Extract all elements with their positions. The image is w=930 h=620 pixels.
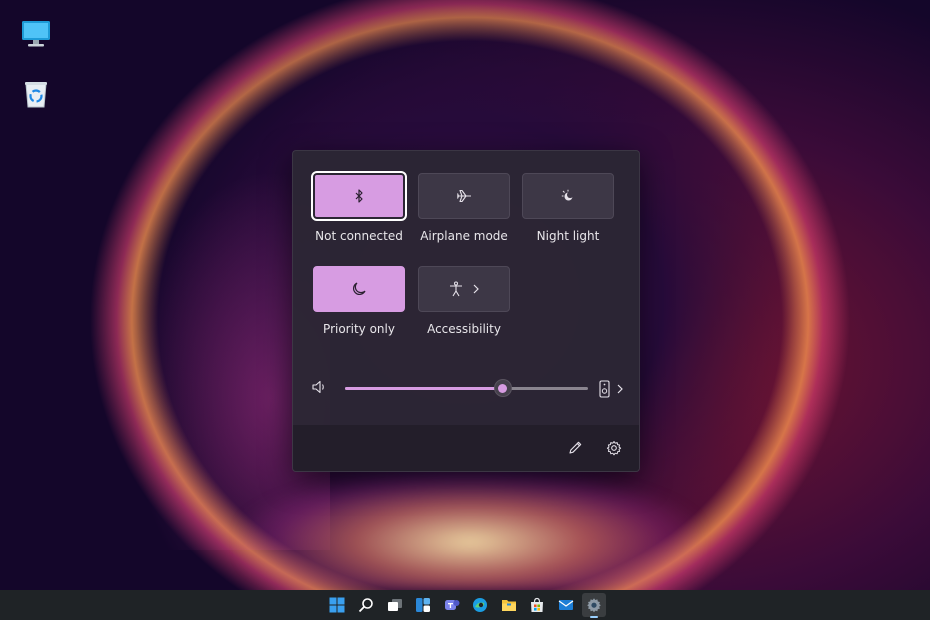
night-light-toggle[interactable] — [522, 173, 614, 219]
night-light-icon — [561, 189, 574, 201]
chevron-right-icon — [473, 284, 479, 294]
volume-slider-fill — [345, 387, 503, 390]
bluetooth-label: Not connected — [315, 229, 403, 243]
task-view-icon[interactable] — [383, 593, 407, 617]
bluetooth-toggle[interactable] — [311, 171, 407, 221]
quick-settings-footer — [293, 425, 639, 471]
night-light-label: Night light — [536, 229, 600, 243]
search-icon[interactable] — [354, 593, 378, 617]
airplane-mode-label: Airplane mode — [420, 229, 508, 243]
moon-icon — [353, 282, 366, 295]
pencil-icon[interactable] — [565, 438, 585, 458]
wallpaper-glow-bottom — [240, 470, 700, 590]
taskbar — [0, 590, 930, 620]
gear-icon[interactable] — [604, 438, 624, 458]
widgets-icon[interactable] — [411, 593, 435, 617]
volume-slider[interactable] — [345, 379, 588, 397]
airplane-mode-toggle[interactable] — [418, 173, 510, 219]
store-icon[interactable] — [525, 593, 549, 617]
speaker-icon[interactable] — [311, 379, 329, 397]
bluetooth-icon — [355, 189, 363, 203]
quick-settings-panel: Not connected Airplane mode Night light … — [292, 150, 640, 472]
speaker-device-icon — [599, 380, 610, 398]
focus-assist-toggle[interactable] — [313, 266, 405, 312]
volume-slider-thumb[interactable] — [493, 379, 512, 397]
focus-assist-label: Priority only — [323, 322, 395, 336]
accessibility-label: Accessibility — [427, 322, 501, 336]
airplane-icon — [456, 189, 471, 203]
start-icon[interactable] — [325, 593, 349, 617]
accessibility-icon — [450, 281, 479, 297]
audio-output-button[interactable] — [598, 379, 626, 399]
chevron-right-icon — [617, 384, 623, 394]
accessibility-button[interactable] — [418, 266, 510, 312]
settings-icon[interactable] — [582, 593, 606, 618]
edge-icon[interactable] — [468, 593, 492, 617]
file-explorer-icon[interactable] — [497, 593, 521, 617]
chat-icon[interactable] — [440, 593, 464, 617]
mail-icon[interactable] — [554, 593, 578, 617]
recycle-bin-icon[interactable] — [18, 76, 54, 112]
this-pc-icon[interactable] — [18, 16, 54, 52]
